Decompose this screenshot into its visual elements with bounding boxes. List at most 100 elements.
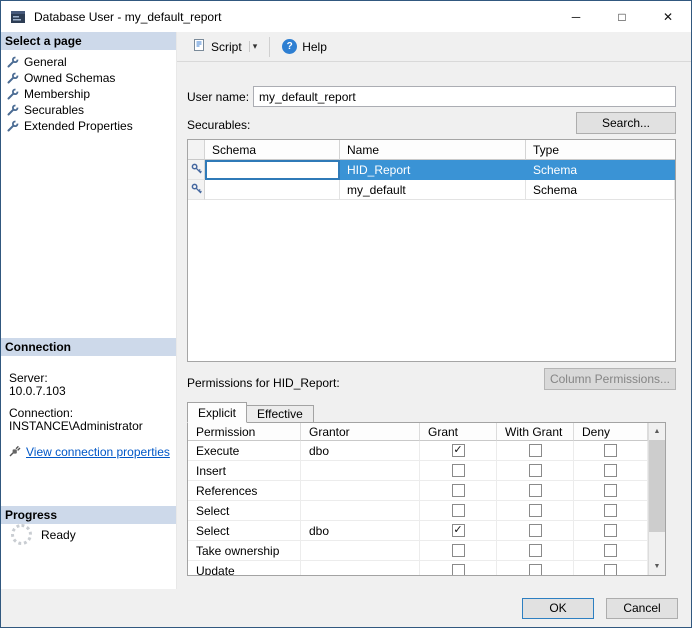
permission-name-cell[interactable]: Execute — [188, 441, 301, 461]
tab-effective[interactable]: Effective — [247, 405, 314, 423]
grantor-cell[interactable]: dbo — [301, 441, 420, 461]
with-grant-checkbox[interactable] — [529, 524, 542, 537]
deny-checkbox[interactable] — [604, 444, 617, 457]
grantor-cell[interactable] — [301, 541, 420, 561]
with-grant-checkbox[interactable] — [529, 484, 542, 497]
grantor-cell[interactable] — [301, 461, 420, 481]
type-cell[interactable]: Schema — [526, 180, 675, 200]
scroll-down-icon[interactable]: ▼ — [649, 558, 666, 575]
deny-checkbox[interactable] — [604, 564, 617, 575]
sidebar-item-extended-properties[interactable]: Extended Properties — [1, 118, 176, 134]
grant-checkbox[interactable] — [452, 484, 465, 497]
permissions-scrollbar[interactable]: ▲ ▼ — [648, 423, 665, 575]
permission-row[interactable]: Insert — [188, 461, 648, 481]
with-grant-cell — [497, 521, 574, 541]
deny-checkbox[interactable] — [604, 484, 617, 497]
with-grant-checkbox[interactable] — [529, 544, 542, 557]
grantor-cell[interactable] — [301, 561, 420, 575]
securables-table-empty-area — [188, 200, 675, 361]
toolbar-separator — [269, 37, 270, 57]
content-area: User name: Securables: Search... Schema … — [177, 62, 691, 589]
with-grant-checkbox[interactable] — [529, 444, 542, 457]
with-grant-cell — [497, 561, 574, 575]
script-icon — [192, 38, 206, 55]
permission-row[interactable]: Executedbo ✓ — [188, 441, 648, 461]
name-cell[interactable]: HID_Report — [340, 160, 526, 180]
deny-checkbox[interactable] — [604, 544, 617, 557]
grantor-cell[interactable] — [301, 481, 420, 501]
with-grant-column-header[interactable]: With Grant — [497, 423, 574, 441]
view-connection-properties-link[interactable]: View connection properties — [26, 446, 170, 459]
maximize-button[interactable]: □ — [599, 1, 645, 32]
grant-checkbox[interactable] — [452, 504, 465, 517]
user-name-input[interactable] — [253, 86, 676, 107]
close-button[interactable]: ✕ — [645, 1, 691, 32]
scrollbar-thumb[interactable] — [649, 440, 666, 532]
permission-name-cell[interactable]: Insert — [188, 461, 301, 481]
database-user-dialog: Database User - my_default_report ─ □ ✕ … — [0, 0, 692, 628]
schema-cell[interactable] — [205, 160, 340, 180]
name-column-header[interactable]: Name — [340, 140, 526, 160]
grant-checkbox[interactable] — [452, 464, 465, 477]
grant-cell — [420, 461, 497, 481]
permission-row[interactable]: Selectdbo ✓ — [188, 521, 648, 541]
with-grant-cell — [497, 501, 574, 521]
help-button[interactable]: ? Help — [275, 35, 334, 58]
permissions-table-header: Permission Grantor Grant With Grant Deny — [188, 423, 648, 441]
tab-explicit[interactable]: Explicit — [187, 402, 247, 423]
sidebar-item-general[interactable]: General — [1, 54, 176, 70]
sidebar-item-label: Extended Properties — [24, 119, 133, 133]
sidebar-item-owned-schemas[interactable]: Owned Schemas — [1, 70, 176, 86]
name-cell[interactable]: my_default — [340, 180, 526, 200]
grantor-column-header[interactable]: Grantor — [301, 423, 420, 441]
permission-column-header[interactable]: Permission — [188, 423, 301, 441]
permission-name-cell[interactable]: Take ownership — [188, 541, 301, 561]
securables-row[interactable]: HID_ReportSchema — [188, 160, 675, 180]
sidebar-item-membership[interactable]: Membership — [1, 86, 176, 102]
toolbar: Script ▾ ? Help — [177, 32, 691, 62]
grant-column-header[interactable]: Grant — [420, 423, 497, 441]
table-corner-cell — [188, 140, 205, 160]
help-button-label: Help — [302, 40, 327, 54]
deny-column-header[interactable]: Deny — [574, 423, 648, 441]
permissions-tabs: Explicit Effective — [187, 402, 314, 423]
deny-checkbox[interactable] — [604, 464, 617, 477]
grantor-cell[interactable]: dbo — [301, 521, 420, 541]
permission-name-cell[interactable]: Update — [188, 561, 301, 575]
window-title: Database User - my_default_report — [34, 10, 553, 24]
deny-checkbox[interactable] — [604, 524, 617, 537]
grant-cell: ✓ — [420, 521, 497, 541]
schema-column-header[interactable]: Schema — [205, 140, 340, 160]
permission-row[interactable]: References — [188, 481, 648, 501]
grantor-cell[interactable] — [301, 501, 420, 521]
titlebar[interactable]: Database User - my_default_report ─ □ ✕ — [1, 1, 691, 32]
with-grant-checkbox[interactable] — [529, 464, 542, 477]
search-button[interactable]: Search... — [576, 112, 676, 134]
scroll-up-icon[interactable]: ▲ — [649, 423, 666, 440]
page-wrench-icon — [7, 120, 19, 132]
securables-row[interactable]: my_defaultSchema — [188, 180, 675, 200]
with-grant-checkbox[interactable] — [529, 504, 542, 517]
type-column-header[interactable]: Type — [526, 140, 675, 160]
permission-row[interactable]: Select — [188, 501, 648, 521]
cancel-button[interactable]: Cancel — [606, 598, 678, 619]
script-button[interactable]: Script ▾ — [185, 34, 264, 59]
minimize-button[interactable]: ─ — [553, 1, 599, 32]
permission-name-cell[interactable]: Select — [188, 501, 301, 521]
grant-checkbox[interactable]: ✓ — [452, 444, 465, 457]
ok-button[interactable]: OK — [522, 598, 594, 619]
permission-row[interactable]: Take ownership — [188, 541, 648, 561]
deny-checkbox[interactable] — [604, 504, 617, 517]
permission-row[interactable]: Update — [188, 561, 648, 575]
grant-checkbox[interactable] — [452, 544, 465, 557]
schema-cell[interactable] — [205, 180, 340, 200]
permission-name-cell[interactable]: Select — [188, 521, 301, 541]
grant-checkbox[interactable] — [452, 564, 465, 575]
connection-info: Server: 10.0.7.103 Connection: INSTANCE\… — [9, 372, 172, 460]
grant-checkbox[interactable]: ✓ — [452, 524, 465, 537]
with-grant-checkbox[interactable] — [529, 564, 542, 575]
sidebar-item-securables[interactable]: Securables — [1, 102, 176, 118]
script-dropdown-icon[interactable]: ▾ — [249, 41, 258, 52]
type-cell[interactable]: Schema — [526, 160, 675, 180]
permission-name-cell[interactable]: References — [188, 481, 301, 501]
